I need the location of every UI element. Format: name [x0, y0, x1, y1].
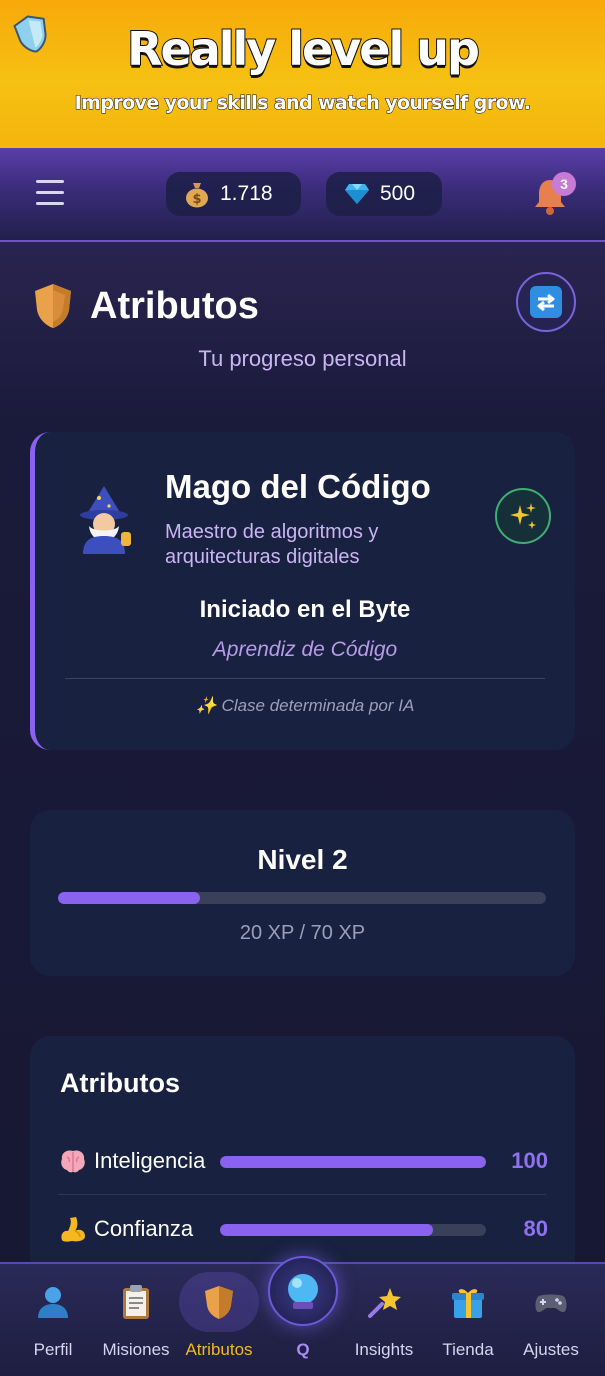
rank-subtitle: Aprendiz de Código: [212, 638, 398, 661]
diamond-icon: [345, 184, 369, 204]
rank-title: Iniciado en el Byte: [199, 596, 411, 623]
page-title: Atributos: [90, 284, 259, 327]
nav-label: Ajustes: [523, 1340, 579, 1359]
nav-item-misiones[interactable]: Misiones: [94, 1264, 178, 1376]
page-subtitle: Tu progreso personal: [198, 346, 407, 371]
class-card: Mago del Código Maestro de algoritmos y …: [30, 432, 575, 750]
attributes-title: Atributos: [60, 1068, 180, 1098]
gold-balance[interactable]: $ 1.718: [166, 172, 301, 216]
divider: [65, 678, 545, 679]
attribute-value: 100: [511, 1148, 548, 1173]
notification-badge: 3: [552, 172, 576, 196]
flexed-biceps-icon: [61, 1217, 85, 1242]
nav-label: Atributos: [185, 1340, 253, 1359]
shield-icon: [205, 1286, 233, 1319]
attribute-progress-bar: [220, 1156, 486, 1168]
nav-item-atributos[interactable]: Atributos: [177, 1264, 261, 1376]
nav-label-q: Q: [296, 1340, 310, 1359]
nav-item-q[interactable]: [268, 1256, 338, 1326]
money-bag-icon: $: [186, 183, 208, 208]
level-title: Nivel 2: [257, 844, 348, 875]
gamepad-icon: [535, 1294, 567, 1313]
nav-item-perfil[interactable]: Perfil: [11, 1264, 95, 1376]
attribute-label: Inteligencia: [94, 1148, 206, 1173]
promo-banner: Really level up Improve your skills and …: [0, 0, 605, 148]
gem-amount: 500: [380, 182, 416, 205]
wizard-icon: [80, 486, 131, 554]
brain-icon: [61, 1150, 85, 1173]
gift-icon: [452, 1289, 484, 1318]
class-description: Maestro de algoritmos y arquitecturas di…: [165, 521, 379, 568]
refresh-icon: [530, 286, 562, 318]
ai-class-note: ✨ Clase determinada por IA: [195, 696, 415, 715]
gold-amount: 1.718: [220, 182, 273, 205]
banner-subtitle: Improve your skills and watch yourself g…: [74, 92, 531, 115]
top-bar: $ 1.718 500 3: [0, 148, 605, 242]
gem-balance[interactable]: 500: [326, 172, 442, 216]
attribute-row-confianza: Confianza 80: [58, 1208, 548, 1248]
nav-item-ajustes[interactable]: Ajustes: [509, 1264, 593, 1376]
level-card: Nivel 2 20 XP / 70 XP: [30, 810, 575, 976]
clipboard-icon: [123, 1285, 149, 1319]
xp-progress-fill: [58, 892, 200, 904]
menu-icon[interactable]: [36, 180, 64, 208]
shield-icon: [35, 284, 71, 328]
crystal-ball-icon: [288, 1274, 318, 1309]
xp-progress-bar: [58, 892, 546, 904]
banner-title: Really level up: [126, 21, 481, 77]
xp-text: 20 XP / 70 XP: [239, 922, 366, 944]
svg-text:$: $: [192, 192, 201, 207]
attribute-row-inteligencia: Inteligencia 100: [58, 1140, 548, 1180]
page-header: Atributos: [32, 282, 259, 330]
refresh-button[interactable]: [516, 272, 576, 332]
shooting-star-icon: [368, 1288, 401, 1318]
ai-class-button[interactable]: [495, 488, 551, 544]
main-content: Atributos Tu progreso personal Mago del …: [0, 242, 605, 1296]
attribute-label: Confianza: [94, 1216, 194, 1241]
class-name: Mago del Código: [165, 468, 431, 505]
nav-item-tienda[interactable]: Tienda: [426, 1264, 510, 1376]
divider: [58, 1194, 546, 1195]
attribute-progress-bar: [220, 1224, 486, 1236]
attribute-value: 80: [523, 1216, 548, 1241]
attribute-progress-fill: [220, 1224, 433, 1236]
attribute-progress-fill: [220, 1156, 486, 1168]
notifications-button[interactable]: 3: [532, 172, 576, 216]
sparkles-icon: [510, 503, 536, 529]
user-icon: [38, 1287, 68, 1318]
bottom-nav: Perfil Misiones Atributos Q Insights Tie…: [0, 1256, 605, 1376]
nav-item-insights[interactable]: Insights: [342, 1264, 426, 1376]
